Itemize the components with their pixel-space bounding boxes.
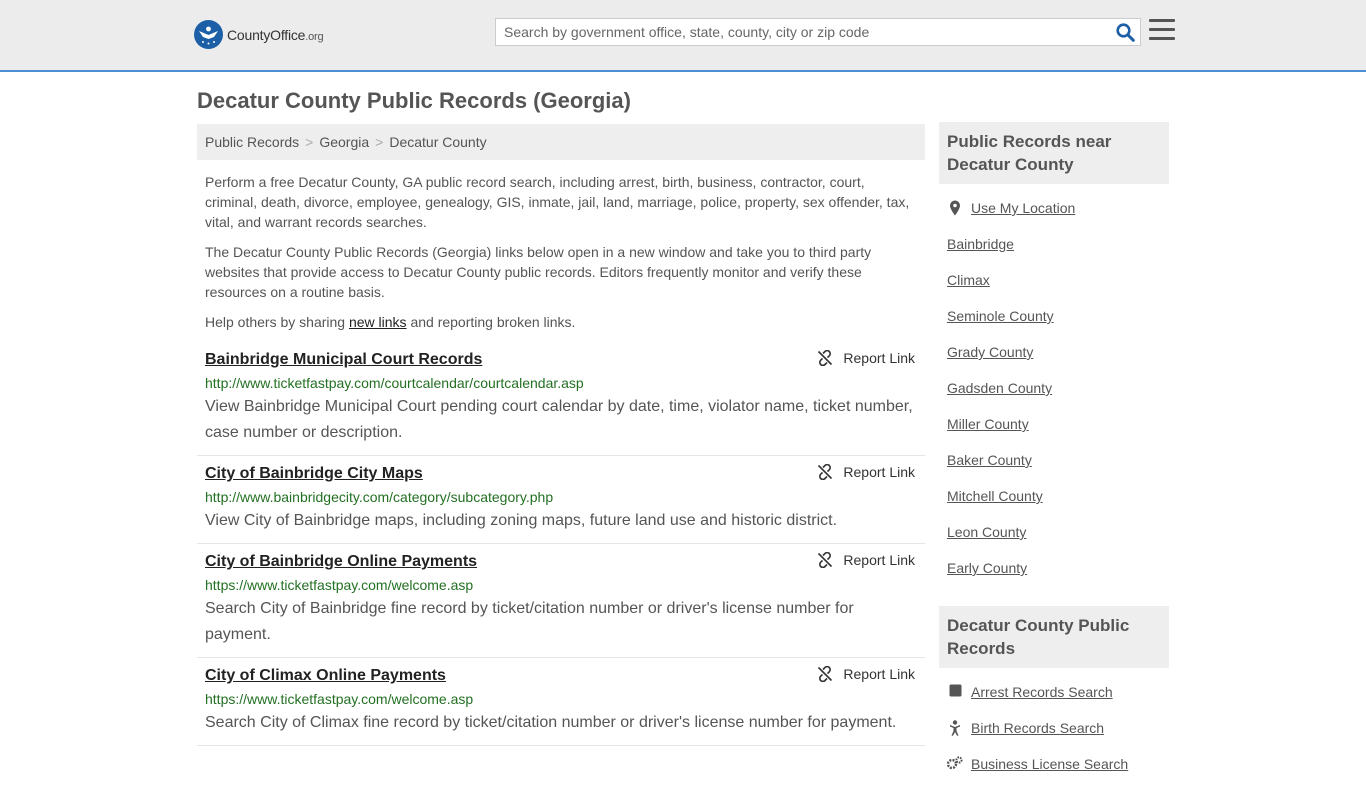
sidebar-heading-records: Decatur County Public Records <box>939 606 1169 668</box>
intro-p3-before: Help others by sharing <box>205 314 349 330</box>
record-url: https://www.ticketfastpay.com/welcome.as… <box>205 691 474 707</box>
sidebar-item-nearby: Baker County <box>947 452 1161 488</box>
nearby-link[interactable]: Gadsden County <box>947 380 1052 396</box>
logo-text: CountyOffice.org <box>227 26 324 43</box>
site-header: CountyOffice.org <box>0 0 1366 72</box>
nearby-link[interactable]: Baker County <box>947 452 1032 468</box>
nearby-link[interactable]: Climax <box>947 272 990 288</box>
sidebar: Public Records near Decatur County Use M… <box>939 122 1169 802</box>
use-my-location-link[interactable]: Use My Location <box>971 200 1075 216</box>
nearby-link[interactable]: Grady County <box>947 344 1033 360</box>
record-title-link[interactable]: Bainbridge Municipal Court Records <box>205 350 482 370</box>
broken-link-icon <box>818 666 833 682</box>
sidebar-item-nearby: Bainbridge <box>947 236 1161 272</box>
record-item: City of Bainbridge Online Payments Repor… <box>197 544 925 658</box>
intro-text: Perform a free Decatur County, GA public… <box>197 172 925 332</box>
sidebar-item-nearby: Grady County <box>947 344 1161 380</box>
business-license-link[interactable]: Business License Search <box>971 756 1128 772</box>
nearby-link[interactable]: Early County <box>947 560 1027 576</box>
search-input[interactable] <box>496 19 1110 45</box>
report-link-button[interactable]: Report Link <box>817 464 915 480</box>
square-icon <box>947 684 963 697</box>
nearby-link[interactable]: Bainbridge <box>947 236 1014 252</box>
breadcrumb-public-records[interactable]: Public Records <box>205 134 299 150</box>
sidebar-item-nearby: Climax <box>947 272 1161 308</box>
report-link-button[interactable]: Report Link <box>817 552 915 568</box>
page-title: Decatur County Public Records (Georgia) <box>197 88 631 113</box>
record-title-link[interactable]: City of Bainbridge Online Payments <box>205 552 477 572</box>
eagle-logo-icon <box>194 20 223 49</box>
intro-paragraph-2: The Decatur County Public Records (Georg… <box>205 244 872 300</box>
new-links-link[interactable]: new links <box>349 314 407 330</box>
search-bar <box>495 18 1141 46</box>
intro-paragraph-1: Perform a free Decatur County, GA public… <box>205 174 910 230</box>
search-icon <box>1115 22 1135 42</box>
intro-paragraph-3: Help others by sharing new links and rep… <box>205 312 917 332</box>
sidebar-item-nearby: Seminole County <box>947 308 1161 344</box>
record-title-link[interactable]: City of Climax Online Payments <box>205 666 446 686</box>
nearby-link[interactable]: Mitchell County <box>947 488 1043 504</box>
records-category-list: Arrest Records Search Birth Records Sear… <box>939 668 1169 802</box>
logo-text-main: CountyOffice <box>227 26 306 43</box>
report-link-button[interactable]: Report Link <box>817 666 915 682</box>
logo-text-suffix: .org <box>305 30 324 43</box>
sidebar-item-nearby: Leon County <box>947 524 1161 560</box>
records-list: Bainbridge Municipal Court Records Repor… <box>197 342 925 746</box>
search-button[interactable] <box>1110 19 1140 45</box>
sidebar-item-nearby: Miller County <box>947 416 1161 452</box>
breadcrumb-separator: > <box>305 134 314 150</box>
record-description: Search City of Bainbridge fine record by… <box>205 600 854 643</box>
breadcrumb-georgia[interactable]: Georgia <box>319 134 369 150</box>
main-content: Public Records > Georgia > Decatur Count… <box>197 124 925 746</box>
sidebar-item-arrest-records: Arrest Records Search <box>947 684 1161 720</box>
birth-records-link[interactable]: Birth Records Search <box>971 720 1104 736</box>
report-link-label: Report Link <box>843 552 915 568</box>
sidebar-item-birth-records: Birth Records Search <box>947 720 1161 756</box>
nearby-list: Use My Location Bainbridge Climax Semino… <box>939 184 1169 606</box>
report-link-label: Report Link <box>843 464 915 480</box>
report-link-label: Report Link <box>843 350 915 366</box>
sidebar-item-business-license: Business License Search <box>947 756 1161 792</box>
record-item: Bainbridge Municipal Court Records Repor… <box>197 342 925 456</box>
record-description: View Bainbridge Municipal Court pending … <box>205 398 913 441</box>
record-title-link[interactable]: City of Bainbridge City Maps <box>205 464 423 484</box>
sidebar-heading-nearby: Public Records near Decatur County <box>939 122 1169 184</box>
report-link-button[interactable]: Report Link <box>817 350 915 366</box>
record-url: http://www.ticketfastpay.com/courtcalend… <box>205 375 584 391</box>
baby-icon <box>947 720 963 736</box>
broken-link-icon <box>818 350 833 366</box>
sidebar-item-nearby: Early County <box>947 560 1161 596</box>
sidebar-item-nearby: Gadsden County <box>947 380 1161 416</box>
breadcrumb-decatur-county[interactable]: Decatur County <box>389 134 486 150</box>
broken-link-icon <box>818 464 833 480</box>
record-url: https://www.ticketfastpay.com/welcome.as… <box>205 577 474 593</box>
intro-p3-after: and reporting broken links. <box>406 314 576 330</box>
record-item: City of Climax Online Payments Report Li… <box>197 658 925 746</box>
record-description: Search City of Climax fine record by tic… <box>205 714 897 731</box>
nearby-link[interactable]: Miller County <box>947 416 1029 432</box>
nearby-link[interactable]: Seminole County <box>947 308 1054 324</box>
breadcrumb: Public Records > Georgia > Decatur Count… <box>197 124 925 160</box>
map-marker-icon <box>947 200 963 216</box>
sidebar-item-nearby: Mitchell County <box>947 488 1161 524</box>
record-url: http://www.bainbridgecity.com/category/s… <box>205 489 554 505</box>
record-item: City of Bainbridge City Maps Report Link… <box>197 456 925 544</box>
arrest-records-link[interactable]: Arrest Records Search <box>971 684 1113 700</box>
record-description: View City of Bainbridge maps, including … <box>205 512 838 529</box>
hamburger-menu-icon[interactable] <box>1149 19 1175 43</box>
site-logo[interactable]: CountyOffice.org <box>194 20 324 49</box>
report-link-label: Report Link <box>843 666 915 682</box>
broken-link-icon <box>818 552 833 568</box>
sidebar-item-use-location: Use My Location <box>947 200 1161 236</box>
breadcrumb-separator: > <box>375 134 384 150</box>
nearby-link[interactable]: Leon County <box>947 524 1026 540</box>
